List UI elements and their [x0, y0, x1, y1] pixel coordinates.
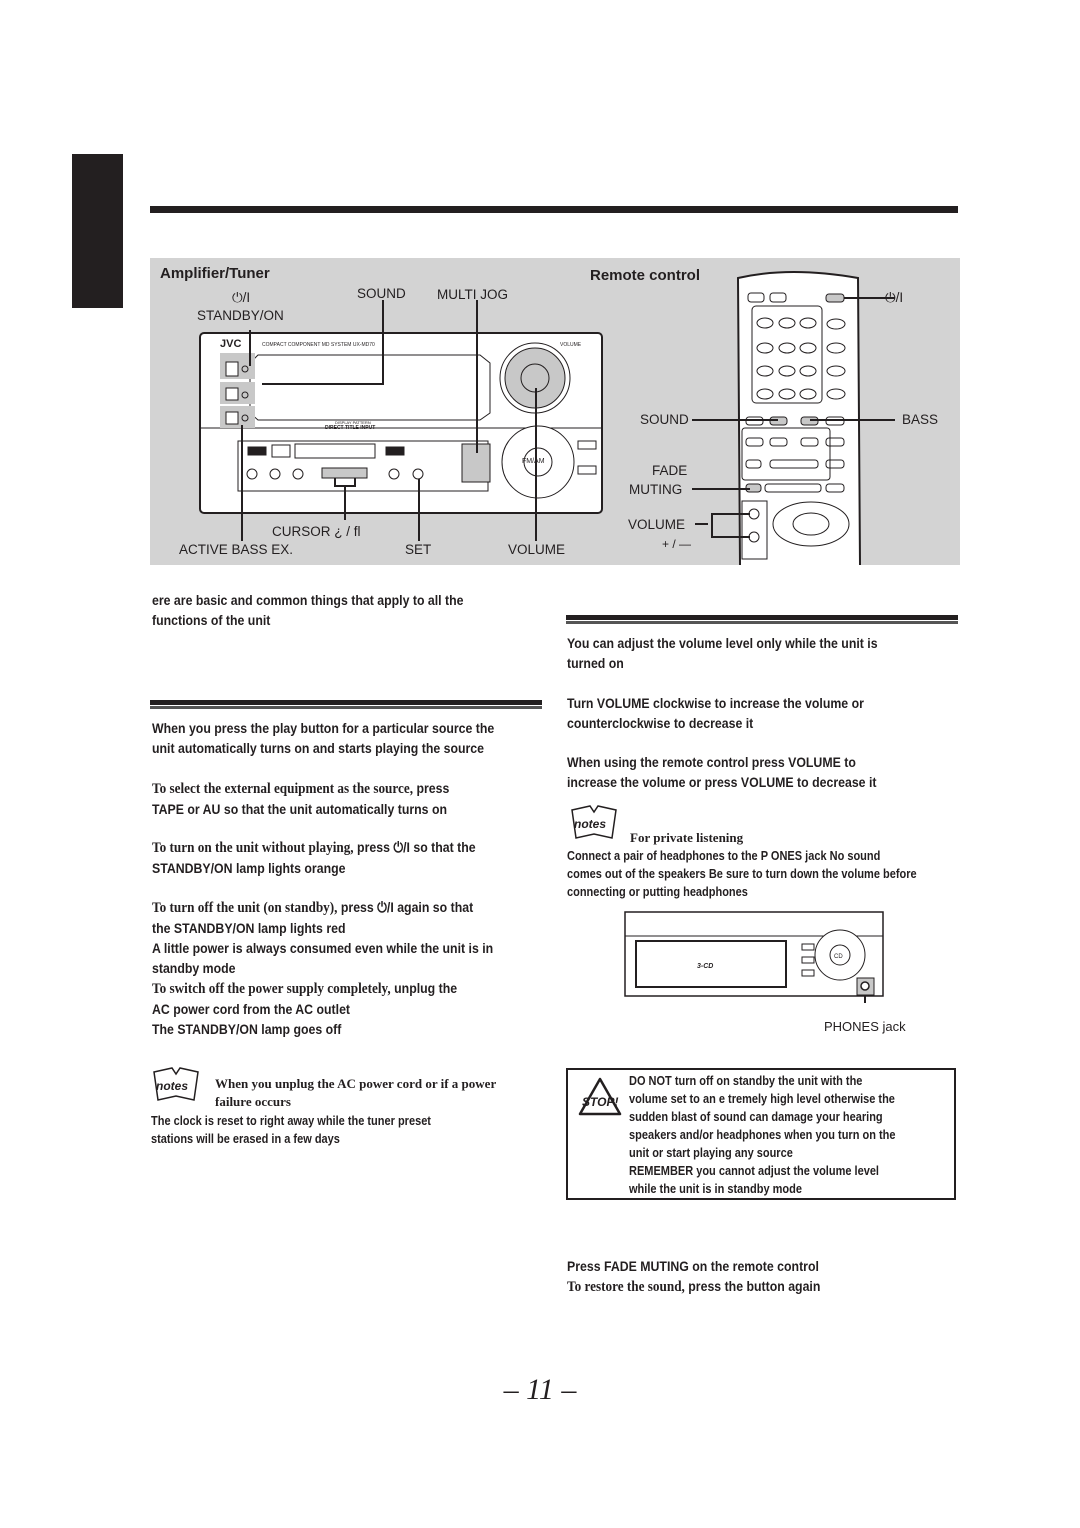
amp-active-bass-label: ACTIVE BASS EX. — [179, 542, 294, 557]
remote-fade-label: FADE — [652, 463, 688, 478]
svg-text:STOP!: STOP! — [582, 1095, 618, 1109]
fm-am-button[interactable]: FM/AM — [522, 458, 545, 465]
svg-text:notes: notes — [156, 1079, 188, 1093]
svg-text:CD: CD — [834, 954, 843, 960]
remote-volume-label: VOLUME — [628, 517, 686, 532]
amp-power-label: ⏻/I — [232, 290, 251, 305]
intro-text: ere are basic and common things that app… — [152, 592, 464, 628]
jvc-logo: JVC — [220, 338, 242, 350]
amp-multi-jog-label: MULTI JOG — [437, 287, 509, 302]
stop-icon: STOP! — [576, 1076, 626, 1116]
stop-warning-text: DO NOT turn off on standby the unit with… — [629, 1074, 896, 1196]
svg-text:notes: notes — [574, 817, 606, 831]
cd-changer-illustration: 3-CD CD — [622, 908, 887, 1003]
section-rule-left — [150, 700, 542, 706]
amp-set-label: SET — [405, 542, 432, 557]
amplifier-tuner-title: Amplifier/Tuner — [160, 265, 270, 282]
note-body-power: The clock is reset to right away while t… — [151, 1114, 431, 1146]
remote-muting-label: MUTING — [629, 482, 683, 497]
page-number: – 11 – — [503, 1373, 577, 1406]
volume-small-label: VOLUME — [560, 342, 582, 348]
note-title-listening: For private listening — [630, 830, 744, 845]
power-paragraph-4: To turn off the unit (on standby), press… — [152, 899, 494, 1037]
power-icon: ⏻/I — [393, 839, 410, 855]
remote-control-title: Remote control — [590, 267, 701, 284]
power-paragraph-3: To turn on the unit without playing, pre… — [152, 839, 476, 876]
direct-title-input-text: DIRECT TITLE INPUT — [325, 425, 376, 431]
remote-power-label: ⏻/I — [885, 290, 904, 305]
controls-figure: Amplifier/Tuner Remote control ⏻/I STAND… — [150, 258, 960, 565]
notes-icon: notes — [568, 800, 620, 842]
language-tab — [72, 154, 123, 308]
remote-unit — [736, 271, 861, 565]
amp-cursor-label: CURSOR ¿ / ﬂ — [272, 524, 361, 539]
section-rule-right — [566, 615, 958, 621]
amplifier-unit — [199, 332, 603, 514]
power-paragraph-1: When you press the play button for a par… — [152, 720, 495, 756]
fade-muting-text: Press FADE MUTING on the remote control … — [567, 1258, 821, 1295]
remote-plus-minus-label: + / — — [662, 537, 692, 551]
power-paragraph-2: To select the external equipment as the … — [152, 780, 450, 817]
phones-jack-label: PHONES jack — [824, 1019, 906, 1034]
model-text: COMPACT COMPONENT MD SYSTEM UX-MD70 — [262, 342, 375, 348]
remote-sound-label: SOUND — [640, 412, 689, 427]
figure-drawing — [199, 271, 895, 565]
notes-icon: notes — [150, 1062, 202, 1104]
power-icon: ⏻/I — [377, 899, 394, 915]
stop-warning-box: STOP! DO NOT turn off on standby the uni… — [566, 1068, 956, 1200]
note-title-power: When you unplug the AC power cord or if … — [215, 1076, 497, 1109]
volume-paragraph-1: You can adjust the volume level only whi… — [567, 635, 878, 671]
title-rule — [150, 206, 958, 213]
volume-paragraph-2: Turn VOLUME clockwise to increase the vo… — [567, 695, 864, 731]
amp-volume-label: VOLUME — [508, 542, 566, 557]
remote-bass-label: BASS — [902, 412, 939, 427]
note-body-listening: Connect a pair of headphones to the P ON… — [567, 849, 917, 899]
amp-sound-label: SOUND — [357, 286, 406, 301]
svg-text:3-CD: 3-CD — [697, 963, 713, 970]
volume-paragraph-3: When using the remote control press VOLU… — [567, 754, 877, 790]
amp-standby-label: STANDBY/ON — [197, 308, 284, 323]
